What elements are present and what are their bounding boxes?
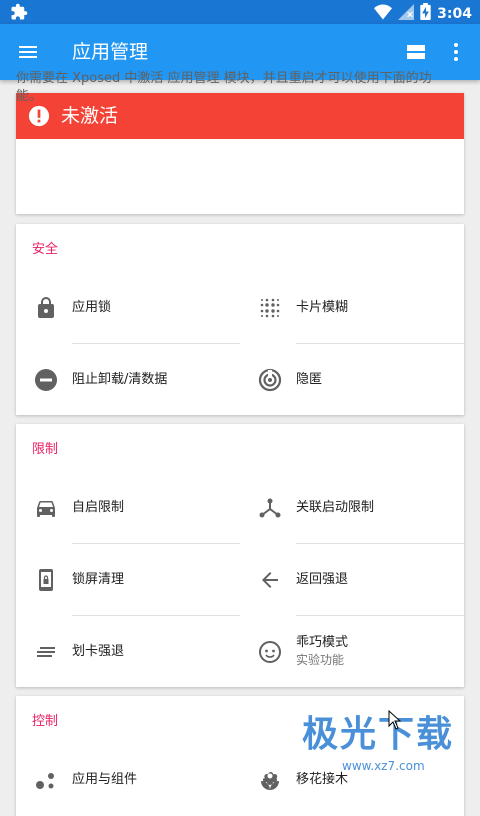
flower-icon [258, 768, 282, 792]
item-label: 卡片模糊 [296, 300, 349, 315]
puzzle-icon [10, 3, 28, 25]
back-force-stop-item[interactable]: 返回强退 [240, 544, 464, 616]
alert-icon [28, 105, 50, 131]
page-title: 应用管理 [72, 41, 149, 63]
card-blur-item[interactable]: 卡片模糊 [240, 272, 464, 344]
blur-icon [258, 296, 282, 320]
warning-title: 未激活 [61, 105, 119, 127]
mouse-cursor-icon [388, 709, 402, 734]
hide-item[interactable]: 隐匿 [240, 344, 464, 416]
swipe-force-stop-item[interactable]: 划卡强退 [16, 616, 240, 688]
warning-message: 你需要在 Xposed 中激活 应用管理 模块，并且重启才可以使用下面的功能。 [16, 71, 432, 104]
security-section-card: 安全 应用锁 卡片模糊 阻止卸载/清数据 隐匿 [16, 224, 464, 415]
block-icon [34, 368, 58, 392]
item-label: 乖巧模式 [296, 635, 349, 650]
car-icon [34, 496, 58, 520]
item-label: 关联启动限制 [296, 500, 375, 515]
lock-icon [34, 296, 58, 320]
block-uninstall-item[interactable]: 阻止卸载/清数据 [16, 344, 240, 416]
more-options-icon[interactable] [444, 40, 468, 64]
back-arrow-icon [258, 568, 282, 592]
menu-icon[interactable] [16, 40, 40, 64]
app-lock-item[interactable]: 应用锁 [16, 272, 240, 344]
item-label: 自启限制 [72, 500, 125, 515]
watermark-text: 极光下载 [302, 714, 455, 755]
restriction-section-card: 限制 自启限制 关联启动限制 锁屏清理 返回强退 划卡强退 乖巧模式 实验功能 [16, 424, 464, 687]
wifi-icon [374, 4, 393, 24]
incognito-icon [258, 368, 282, 392]
item-label: 应用与组件 [72, 772, 138, 787]
linked-start-limit-item[interactable]: 关联启动限制 [240, 472, 464, 544]
autostart-limit-item[interactable]: 自启限制 [16, 472, 240, 544]
view-toggle-icon[interactable] [404, 40, 428, 64]
face-icon [258, 640, 282, 664]
network-icon [258, 496, 282, 520]
item-label: 返回强退 [296, 572, 349, 587]
lockscreen-clean-item[interactable]: 锁屏清理 [16, 544, 240, 616]
item-label: 锁屏清理 [72, 572, 125, 587]
section-title-control: 控制 [32, 714, 59, 729]
item-label: 隐匿 [296, 372, 323, 387]
inactive-warning-card: 未激活 [16, 93, 464, 214]
status-bar: 3:04 [0, 0, 480, 24]
signal-icon [398, 3, 415, 24]
item-sublabel: 实验功能 [296, 653, 345, 667]
watermark-logo: 极光下载 www.xz7.com [300, 712, 470, 782]
phone-lock-icon [34, 568, 58, 592]
apps-components-item[interactable]: 应用与组件 [16, 744, 240, 816]
item-label: 应用锁 [72, 300, 112, 315]
item-label: 划卡强退 [72, 644, 125, 659]
battery-icon [420, 3, 431, 24]
section-title-security: 安全 [32, 242, 59, 257]
obedient-mode-item[interactable]: 乖巧模式 实验功能 [240, 616, 464, 688]
watermark-url: www.xz7.com [342, 759, 425, 773]
components-icon [34, 768, 58, 792]
swipe-icon [34, 640, 58, 664]
clock: 3:04 [437, 5, 472, 22]
section-title-restriction: 限制 [32, 442, 59, 457]
item-label: 阻止卸载/清数据 [72, 372, 168, 387]
